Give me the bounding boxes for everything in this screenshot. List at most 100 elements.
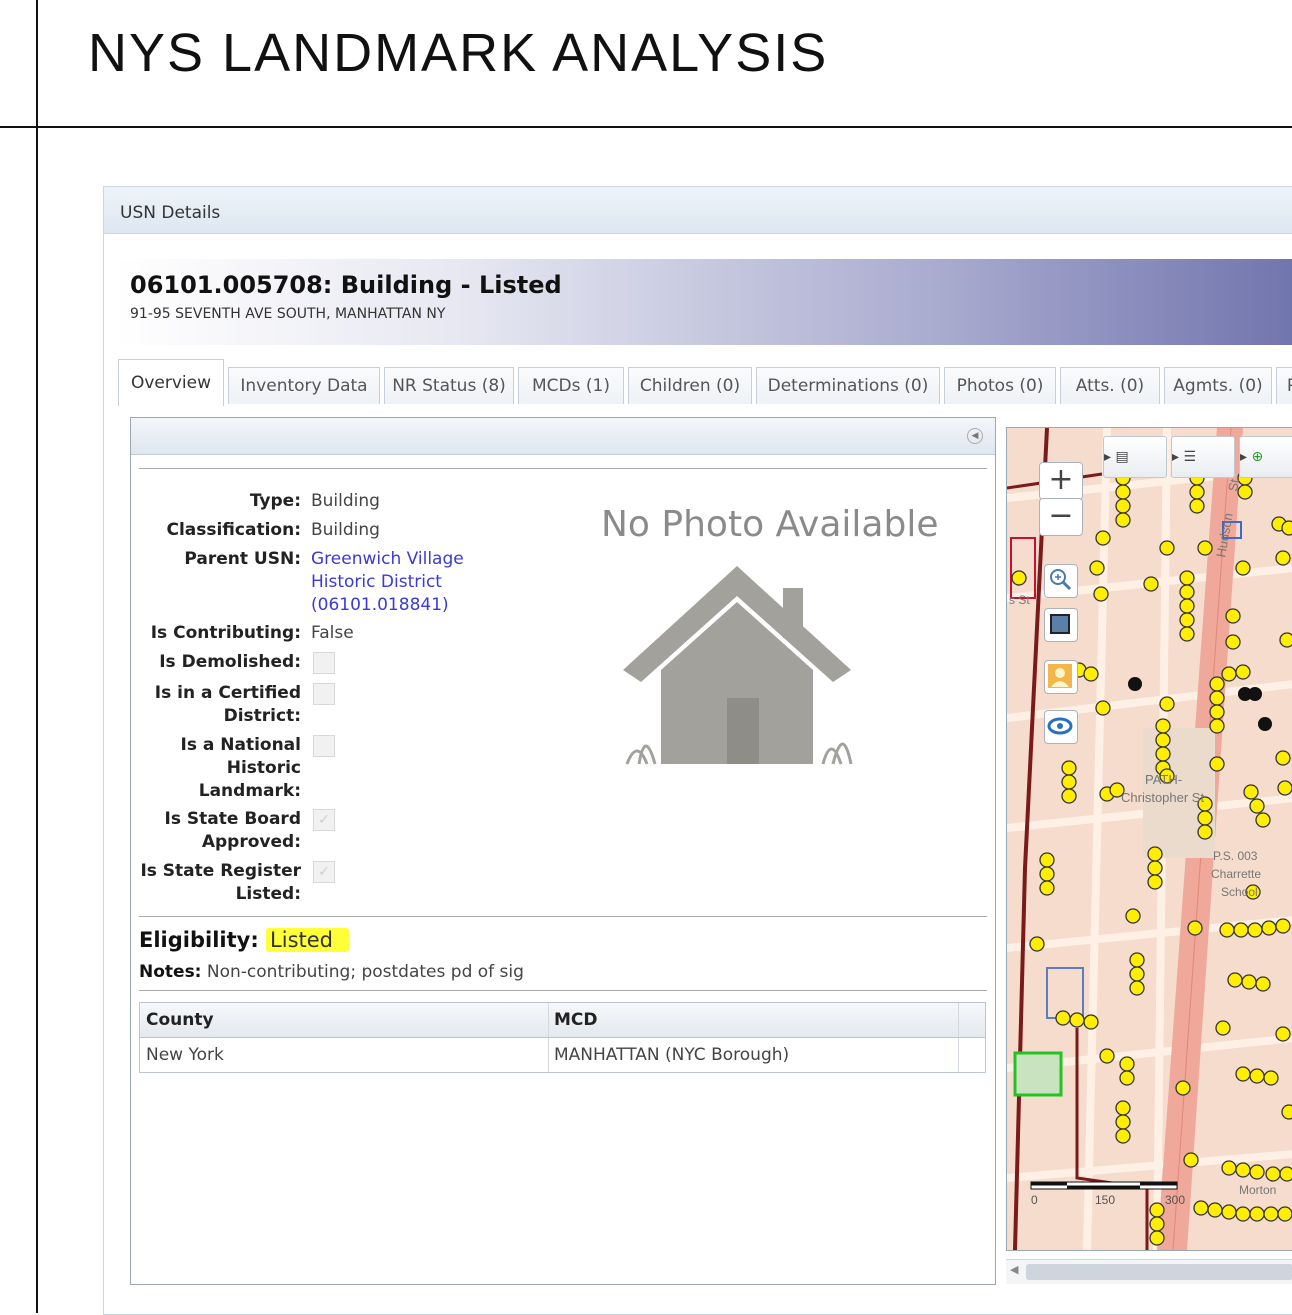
state-register-checkbox[interactable]: ✓ (313, 861, 335, 883)
tab-overview[interactable]: Overview (118, 359, 224, 406)
extent-frame-icon (1050, 614, 1070, 634)
scale-label-300: 300 (1165, 1193, 1185, 1207)
checkmark-icon: ✓ (318, 812, 330, 828)
slide-vertical-rule (36, 0, 38, 1313)
house-placeholder-icon (623, 566, 853, 765)
parent-usn-line-3: (06101.018841) (311, 595, 449, 615)
tab-more[interactable]: P (1276, 367, 1292, 404)
panel-divider-bottom (139, 990, 987, 991)
certified-label-line-1: Is in a Certified (154, 683, 301, 703)
map-label-ps-2: Charrette (1211, 867, 1261, 881)
person-icon (1048, 664, 1072, 688)
type-value: Building (311, 491, 380, 511)
certified-district-label: Is in a Certified District: (131, 682, 301, 728)
parent-usn-link[interactable]: Greenwich Village Historic District (061… (311, 548, 551, 617)
tab-inventory-data[interactable]: Inventory Data (228, 367, 380, 404)
window-title: USN Details (120, 203, 221, 223)
state-board-checkbox[interactable]: ✓ (313, 809, 335, 831)
parent-usn-line-2: Historic District (311, 572, 442, 592)
contributing-label: Is Contributing: (150, 623, 301, 643)
full-extent-button[interactable] (1044, 608, 1078, 642)
tab-atts[interactable]: Atts. (0) (1060, 367, 1160, 404)
tab-nr-status[interactable]: NR Status (8) (384, 367, 514, 404)
column-header-county[interactable]: County (140, 1003, 214, 1037)
mcd-grid-header: County MCD (140, 1003, 985, 1038)
type-label: Type: (249, 491, 301, 511)
map-basemap-button[interactable]: ▸ ⊕ (1239, 436, 1292, 478)
eye-icon (1047, 717, 1073, 735)
tab-strip: Overview Inventory Data NR Status (8) MC… (118, 359, 1292, 406)
board-label-line-1: Is State Board (164, 809, 301, 829)
cell-mcd: MANHATTAN (NYC Borough) (554, 1045, 790, 1065)
expand-arrow-icon: ▸ (1172, 449, 1180, 465)
tab-agmts[interactable]: Agmts. (0) (1164, 367, 1272, 404)
overview-panel-header: ◀ (131, 418, 995, 455)
parent-usn-line-1: Greenwich Village (311, 549, 464, 569)
scale-label-150: 150 (1095, 1193, 1115, 1207)
expand-arrow-icon: ▸ (1240, 449, 1248, 465)
magnifier-plus-icon (1050, 569, 1072, 591)
tab-mcds[interactable]: MCDs (1) (518, 367, 624, 404)
classification-label: Classification: (166, 520, 301, 540)
scale-label-0: 0 (1031, 1193, 1038, 1207)
demolished-label: Is Demolished: (159, 652, 301, 672)
zoom-in-button[interactable]: + (1039, 462, 1083, 500)
record-address: 91-95 SEVENTH AVE SOUTH, MANHATTAN NY (130, 306, 446, 322)
notes: Notes: Non-contributing; postdates pd of… (139, 962, 524, 982)
parent-usn-label: Parent USN: (184, 549, 301, 569)
board-label-line-2: Approved: (201, 832, 301, 852)
no-photo-text: No Photo Available (601, 504, 939, 545)
tab-children[interactable]: Children (0) (628, 367, 752, 404)
register-label-line-2: Listed: (235, 884, 301, 904)
tab-photos[interactable]: Photos (0) (944, 367, 1056, 404)
layer-list-icon: ☰ (1183, 449, 1197, 465)
slide-horizontal-rule (0, 126, 1292, 128)
map-label-christopher: Christopher St (1121, 790, 1204, 805)
collapse-left-icon[interactable]: ◀ (967, 428, 983, 444)
map-layers-button[interactable]: ▸ ☰ (1171, 436, 1235, 478)
nhl-label: Is a National Historic Landmark: (131, 734, 302, 803)
overview-panel: ◀ Type: Building Classification: Buildin… (130, 417, 996, 1285)
zoom-out-button[interactable]: − (1039, 498, 1083, 536)
checkmark-icon: ✓ (318, 864, 330, 880)
window-titlebar: USN Details (104, 187, 1292, 234)
map-label-morton: Morton (1239, 1183, 1276, 1197)
identify-tool-button[interactable] (1044, 660, 1078, 694)
contributing-value: False (311, 623, 354, 643)
zoom-box-tool-button[interactable] (1044, 564, 1078, 598)
register-label-line-1: Is State Register (140, 861, 301, 881)
scroll-left-arrow-icon[interactable]: ◀ (1010, 1263, 1018, 1276)
table-row[interactable]: New York MANHATTAN (NYC Borough) (140, 1038, 985, 1072)
legend-icon: ▤ (1115, 449, 1129, 465)
column-separator (958, 1003, 959, 1037)
location-map[interactable]: Hudson St PATH- Christopher St P.S. 003 … (1006, 427, 1292, 1251)
nhl-label-line-2: Historic (226, 758, 301, 778)
scrollbar-thumb[interactable] (1026, 1264, 1292, 1280)
notes-label: Notes: (139, 962, 202, 982)
eligibility-label: Eligibility: (139, 928, 259, 952)
globe-icon: ⊕ (1251, 449, 1264, 465)
certified-district-checkbox[interactable] (313, 683, 335, 705)
map-label-ps-3: School (1221, 885, 1258, 899)
panel-divider-top (139, 468, 987, 469)
map-label-s-st: s St (1009, 593, 1030, 607)
certified-label-line-2: District: (223, 706, 301, 726)
notes-value: Non-contributing; postdates pd of sig (206, 962, 524, 982)
map-horizontal-scrollbar[interactable]: ◀ (1006, 1259, 1292, 1284)
classification-value: Building (311, 520, 380, 540)
column-separator (958, 1038, 959, 1072)
record-heading: 06101.005708: Building - Listed (130, 271, 562, 299)
map-canvas: Hudson St PATH- Christopher St P.S. 003 … (1007, 428, 1292, 1250)
map-legend-button[interactable]: ▸ ▤ (1103, 436, 1167, 478)
demolished-checkbox[interactable] (313, 652, 335, 674)
column-header-mcd[interactable]: MCD (548, 1003, 598, 1037)
tab-determinations[interactable]: Determinations (0) (756, 367, 940, 404)
state-register-label: Is State Register Listed: (131, 860, 301, 906)
nhl-checkbox[interactable] (313, 735, 335, 757)
usn-details-window: USN Details 06101.005708: Building - Lis… (103, 186, 1292, 1315)
expand-arrow-icon: ▸ (1104, 449, 1112, 465)
street-view-button[interactable] (1044, 710, 1078, 744)
eligibility-value: Listed (266, 928, 350, 952)
mcd-grid: County MCD New York MANHATTAN (NYC Borou… (139, 1002, 986, 1073)
map-label-path: PATH- (1145, 772, 1182, 787)
